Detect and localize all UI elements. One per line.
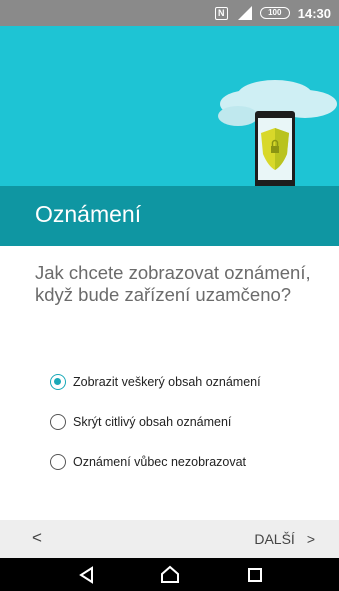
- lock-screen-shield-illustration: [218, 80, 337, 191]
- radio-button[interactable]: [50, 454, 66, 470]
- option-label: Skrýt citlivý obsah oznámení: [73, 415, 232, 429]
- nfc-icon: N: [214, 6, 228, 20]
- home-nav-icon[interactable]: [158, 563, 182, 587]
- status-bar: N 100 14:30: [0, 0, 339, 26]
- battery-icon: 100: [259, 7, 290, 19]
- radio-button[interactable]: [50, 414, 66, 430]
- radio-button-selected[interactable]: [50, 374, 66, 390]
- recents-nav-icon[interactable]: [243, 563, 267, 587]
- option-hide-all[interactable]: Oznámení vůbec nezobrazovat: [50, 442, 261, 482]
- question-text: Jak chcete zobrazovat oznámení, když bud…: [35, 262, 311, 305]
- notification-options: Zobrazit veškerý obsah oznámení Skrýt ci…: [50, 362, 261, 482]
- option-label: Zobrazit veškerý obsah oznámení: [73, 375, 261, 389]
- chevron-right-icon: >: [306, 531, 315, 547]
- header: Oznámení: [0, 26, 339, 246]
- option-hide-sensitive[interactable]: Skrýt citlivý obsah oznámení: [50, 402, 261, 442]
- signal-icon: [237, 6, 252, 20]
- option-show-all[interactable]: Zobrazit veškerý obsah oznámení: [50, 362, 261, 402]
- next-button[interactable]: DALŠÍ >: [254, 531, 315, 547]
- back-button[interactable]: <: [32, 528, 42, 548]
- setup-footer: < DALŠÍ >: [0, 520, 339, 558]
- system-navigation-bar: [0, 558, 339, 591]
- option-label: Oznámení vůbec nezobrazovat: [73, 455, 247, 469]
- back-nav-icon[interactable]: [75, 563, 99, 587]
- status-time: 14:30: [297, 5, 331, 21]
- next-label: DALŠÍ: [254, 531, 295, 547]
- page-title: Oznámení: [35, 201, 142, 227]
